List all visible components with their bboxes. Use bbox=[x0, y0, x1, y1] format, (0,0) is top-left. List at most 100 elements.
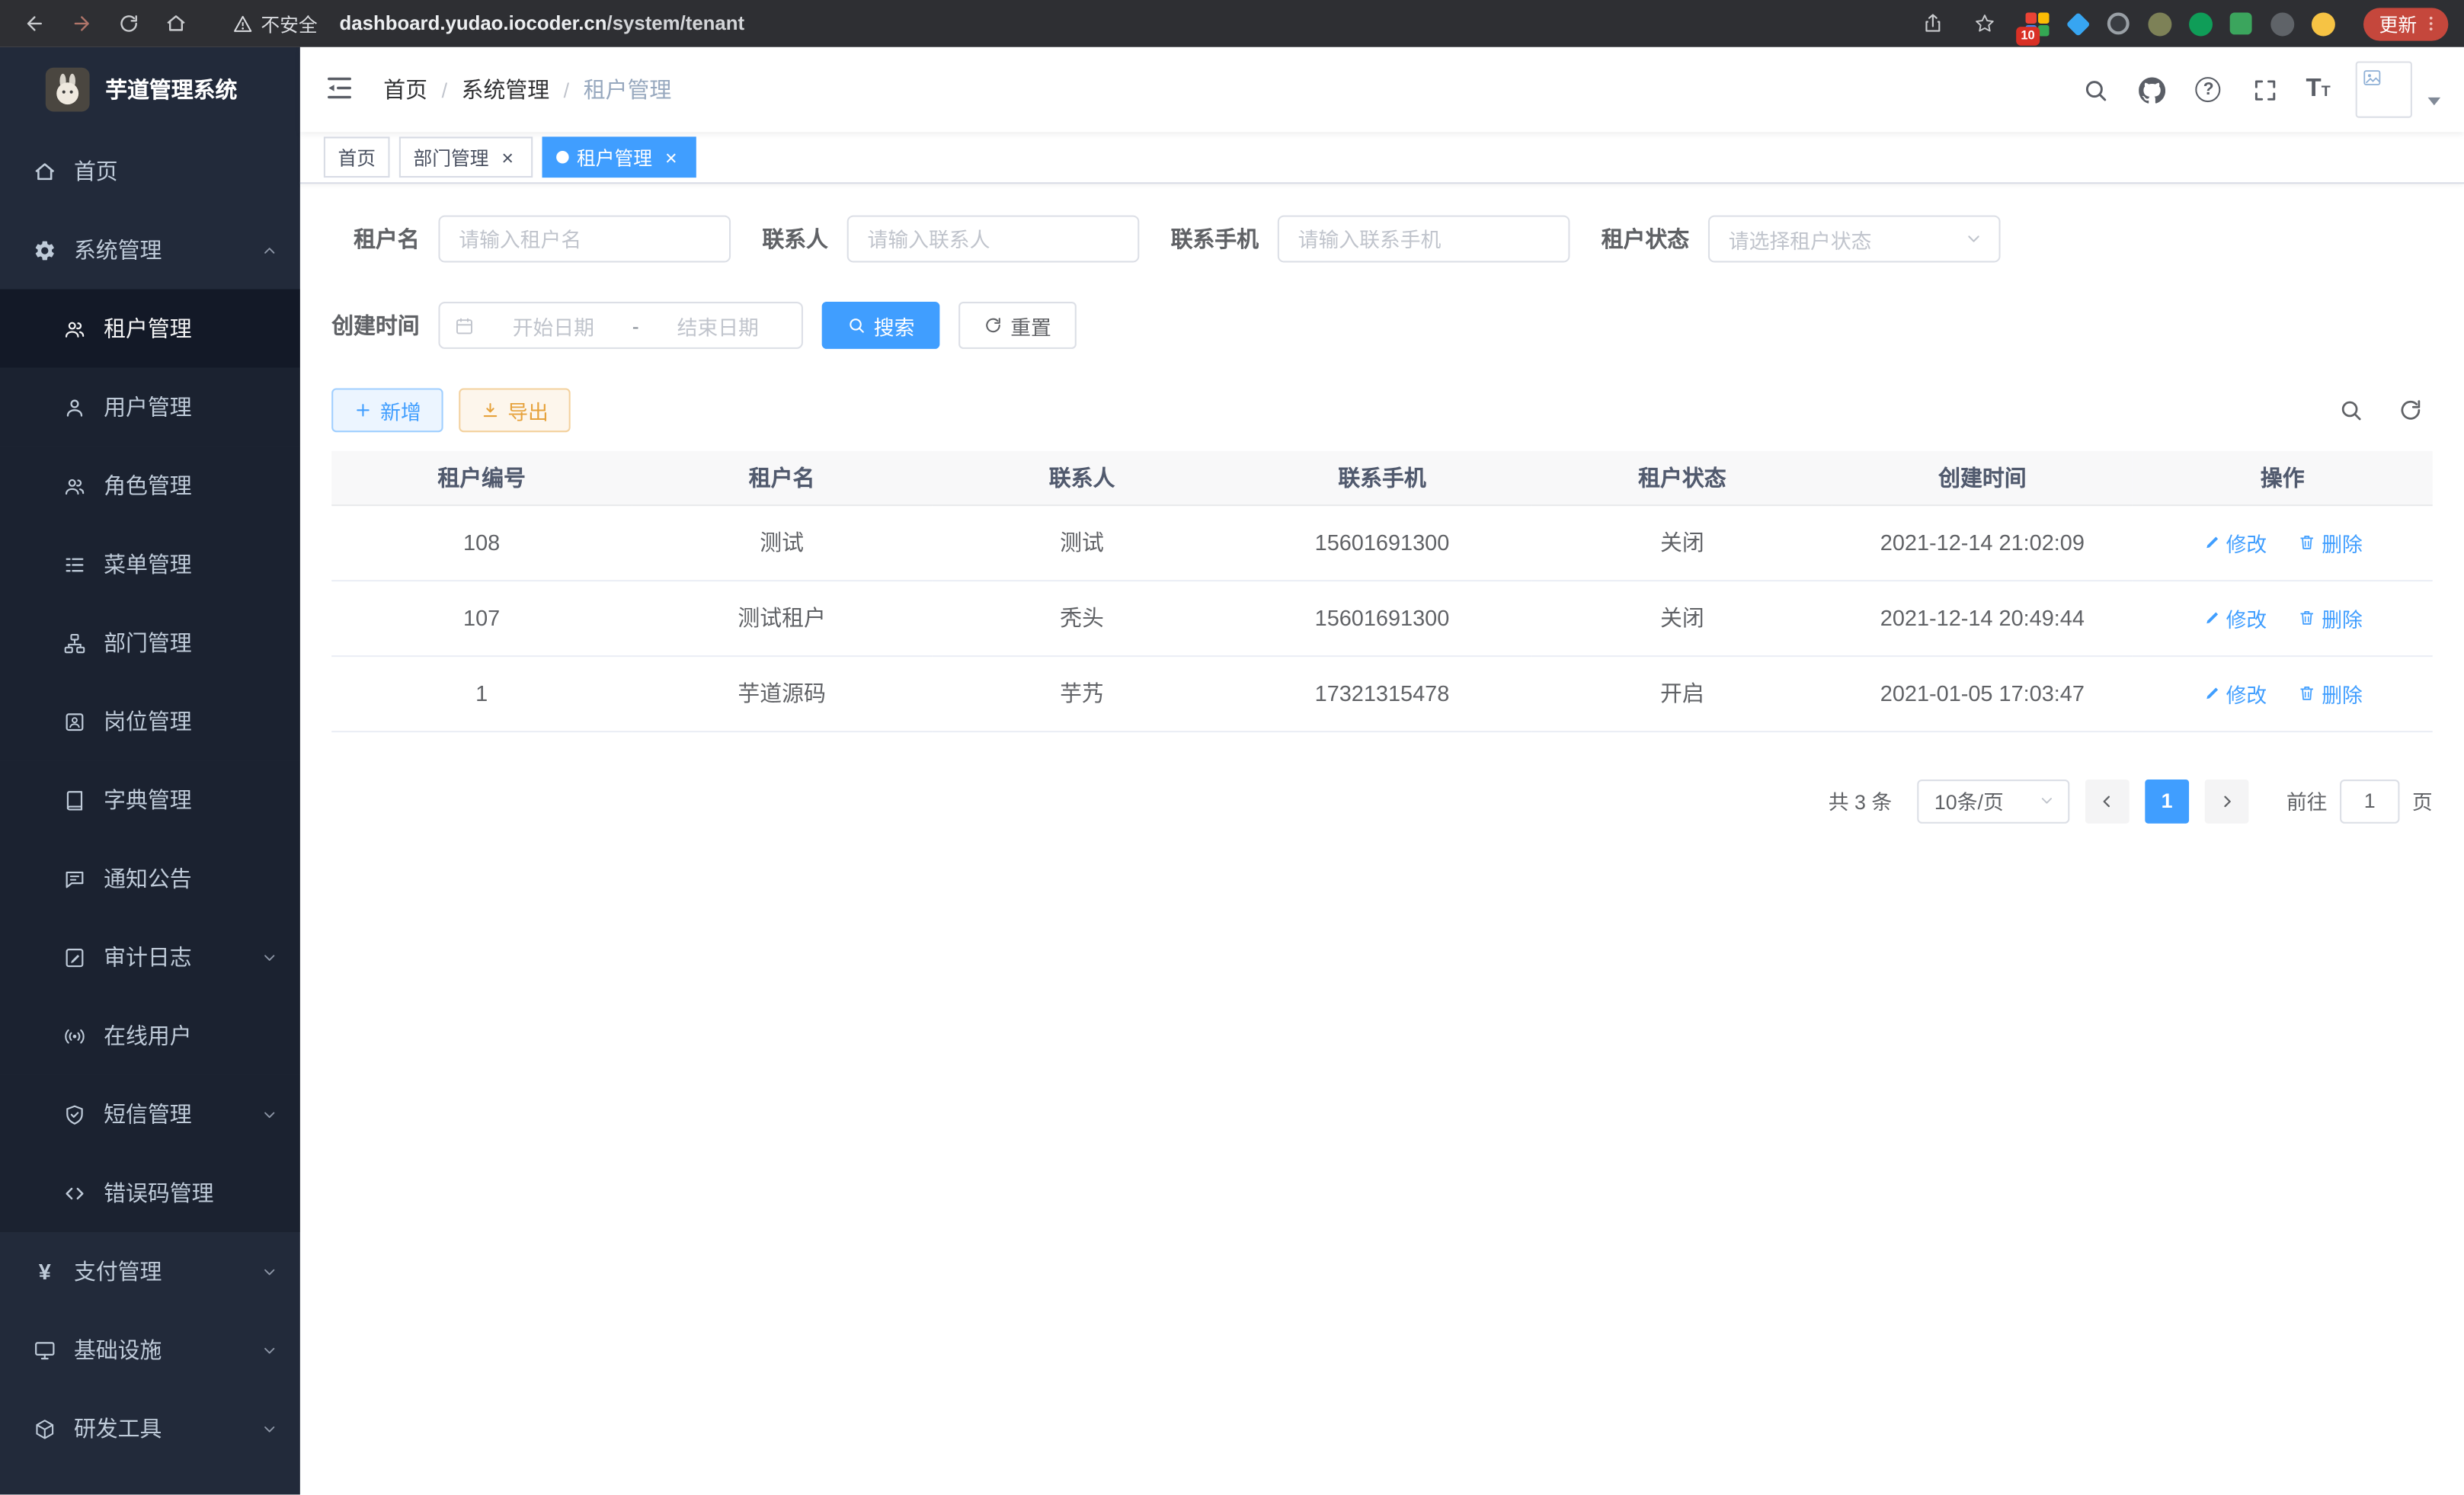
export-button[interactable]: 导出 bbox=[459, 388, 570, 432]
avatar-caret-down-icon[interactable] bbox=[2428, 98, 2441, 105]
trash-icon bbox=[2298, 608, 2317, 627]
sidebar-item-user[interactable]: 用户管理 bbox=[0, 368, 300, 447]
page-content: 租户名 联系人 联系手机 租户状态 请选择租户状态 bbox=[300, 184, 2464, 1494]
page-size-select[interactable]: 10条/页 bbox=[1917, 779, 2069, 823]
sidebar-item-label: 通知公告 bbox=[104, 863, 192, 894]
edit-link[interactable]: 修改 bbox=[2203, 678, 2267, 708]
main-area: 首页 / 系统管理 / 租户管理 ? TT 首页 bbox=[300, 47, 2464, 1495]
sidebar-item-role[interactable]: 角色管理 bbox=[0, 447, 300, 525]
refresh-table-icon[interactable] bbox=[2398, 397, 2424, 424]
sidebar-item-label: 审计日志 bbox=[104, 941, 192, 972]
sidebar-item-online-user[interactable]: 在线用户 bbox=[0, 997, 300, 1075]
extension-icon-grid[interactable]: 10 bbox=[2024, 10, 2050, 37]
extension-icon-yellow-face[interactable] bbox=[2310, 10, 2337, 37]
sidebar-item-post[interactable]: 岗位管理 bbox=[0, 682, 300, 760]
status-select[interactable]: 请选择租户状态 bbox=[1708, 216, 2001, 263]
org-tree-icon bbox=[63, 631, 87, 655]
add-button-label: 新增 bbox=[380, 395, 421, 425]
tenant-name-label: 租户名 bbox=[331, 223, 420, 255]
browser-back-icon[interactable] bbox=[16, 5, 54, 43]
font-size-icon[interactable]: TT bbox=[2306, 75, 2331, 104]
pagination: 共 3 条 10条/页 1 前往 页 bbox=[331, 779, 2433, 823]
tab-home[interactable]: 首页 bbox=[324, 136, 390, 178]
sidebar-item-label: 租户管理 bbox=[104, 312, 192, 344]
sidebar-item-tenant[interactable]: 租户管理 bbox=[0, 290, 300, 368]
sidebar-item-devtool[interactable]: 研发工具 bbox=[0, 1389, 300, 1468]
edit-link[interactable]: 修改 bbox=[2203, 527, 2267, 557]
sidebar-item-audit-log[interactable]: 审计日志 bbox=[0, 918, 300, 997]
address-bar[interactable]: dashboard.yudao.iocoder.cn/system/tenant bbox=[340, 13, 745, 35]
extension-icon-dark-ring[interactable] bbox=[2106, 10, 2133, 37]
breadcrumb-separator: / bbox=[564, 78, 569, 101]
breadcrumb-system[interactable]: 系统管理 bbox=[462, 74, 550, 105]
app-title: 芋道管理系统 bbox=[105, 74, 237, 105]
sidebar-item-errcode[interactable]: 错误码管理 bbox=[0, 1154, 300, 1232]
share-icon[interactable] bbox=[1914, 5, 1952, 43]
sidebar-item-system[interactable]: 系统管理 bbox=[0, 210, 300, 289]
edit-link[interactable]: 修改 bbox=[2203, 603, 2267, 632]
sidebar-item-label: 字典管理 bbox=[104, 784, 192, 815]
sidebar-item-home[interactable]: 首页 bbox=[0, 132, 300, 210]
phone-input[interactable] bbox=[1278, 216, 1570, 263]
header-search-icon[interactable] bbox=[2080, 74, 2111, 105]
contact-input[interactable] bbox=[847, 216, 1140, 263]
prev-page-button[interactable] bbox=[2085, 779, 2130, 823]
tenant-name-input[interactable] bbox=[438, 216, 731, 263]
extension-icon-green-chat[interactable] bbox=[2229, 10, 2255, 37]
sidebar-item-dict[interactable]: 字典管理 bbox=[0, 760, 300, 839]
table-header-row: 租户编号 租户名 联系人 联系手机 租户状态 创建时间 操作 bbox=[331, 451, 2433, 504]
chevron-down-icon bbox=[261, 949, 278, 966]
filter-row-2: 创建时间 开始日期 - 结束日期 搜索 重置 bbox=[331, 302, 2433, 349]
fullscreen-icon[interactable] bbox=[2249, 74, 2280, 105]
delete-link[interactable]: 删除 bbox=[2298, 603, 2363, 632]
extension-icon-green-check[interactable] bbox=[2187, 10, 2214, 37]
next-page-button[interactable] bbox=[2205, 779, 2249, 823]
cell-status: 开启 bbox=[1532, 655, 1832, 731]
create-time-range-picker[interactable]: 开始日期 - 结束日期 bbox=[438, 302, 803, 349]
toggle-search-icon[interactable] bbox=[2338, 397, 2365, 424]
col-contact: 联系人 bbox=[932, 451, 1232, 504]
help-question-icon[interactable]: ? bbox=[2193, 74, 2224, 105]
sidebar-item-menu[interactable]: 菜单管理 bbox=[0, 525, 300, 603]
sidebar-item-sms[interactable]: 短信管理 bbox=[0, 1075, 300, 1154]
code-icon bbox=[63, 1181, 87, 1205]
goto-page-input[interactable] bbox=[2340, 779, 2399, 823]
delete-link[interactable]: 删除 bbox=[2298, 678, 2363, 708]
tab-label: 部门管理 bbox=[413, 144, 488, 171]
dict-book-icon bbox=[63, 788, 87, 812]
sidebar-item-notice[interactable]: 通知公告 bbox=[0, 839, 300, 917]
search-button[interactable]: 搜索 bbox=[822, 302, 940, 349]
browser-reload-icon[interactable] bbox=[110, 5, 148, 43]
extension-icon-olive[interactable] bbox=[2146, 10, 2173, 37]
app-root: 不安全 dashboard.yudao.iocoder.cn/system/te… bbox=[0, 0, 2464, 1494]
browser-forward-icon[interactable] bbox=[63, 5, 101, 43]
tab-tenant[interactable]: 租户管理 × bbox=[542, 136, 696, 178]
extension-icon-blue-shield[interactable] bbox=[2065, 10, 2091, 37]
sidebar-item-infra[interactable]: 基础设施 bbox=[0, 1311, 300, 1389]
browser-home-icon[interactable] bbox=[157, 5, 195, 43]
page-size-value: 10条/页 bbox=[1934, 786, 2004, 815]
browser-update-button[interactable]: 更新 bbox=[2363, 7, 2448, 40]
breadcrumb-home[interactable]: 首页 bbox=[383, 74, 427, 105]
reset-button[interactable]: 重置 bbox=[958, 302, 1077, 349]
sidebar-item-pay[interactable]: ¥ 支付管理 bbox=[0, 1232, 300, 1311]
avatar[interactable] bbox=[2356, 61, 2412, 117]
tab-dept[interactable]: 部门管理 × bbox=[399, 136, 533, 178]
cell-contact: 测试 bbox=[932, 504, 1232, 580]
extension-icon-dark[interactable] bbox=[2269, 10, 2296, 37]
site-security-indicator[interactable]: 不安全 bbox=[232, 10, 317, 37]
sidebar-item-dept[interactable]: 部门管理 bbox=[0, 603, 300, 682]
sidebar-logo[interactable]: 芋道管理系统 bbox=[0, 47, 300, 132]
status-label: 租户状态 bbox=[1602, 223, 1690, 255]
bookmark-star-icon[interactable] bbox=[1966, 5, 2004, 43]
sidebar-fold-icon[interactable] bbox=[324, 72, 358, 107]
tab-close-icon[interactable]: × bbox=[660, 146, 682, 168]
search-icon bbox=[847, 316, 866, 335]
filter-tenant-name: 租户名 bbox=[331, 216, 731, 263]
github-icon[interactable] bbox=[2136, 74, 2168, 105]
user-icon bbox=[63, 395, 87, 419]
tab-close-icon[interactable]: × bbox=[497, 146, 519, 168]
add-button[interactable]: 新增 bbox=[331, 388, 443, 432]
delete-link[interactable]: 删除 bbox=[2298, 527, 2363, 557]
page-number-1[interactable]: 1 bbox=[2145, 779, 2189, 823]
